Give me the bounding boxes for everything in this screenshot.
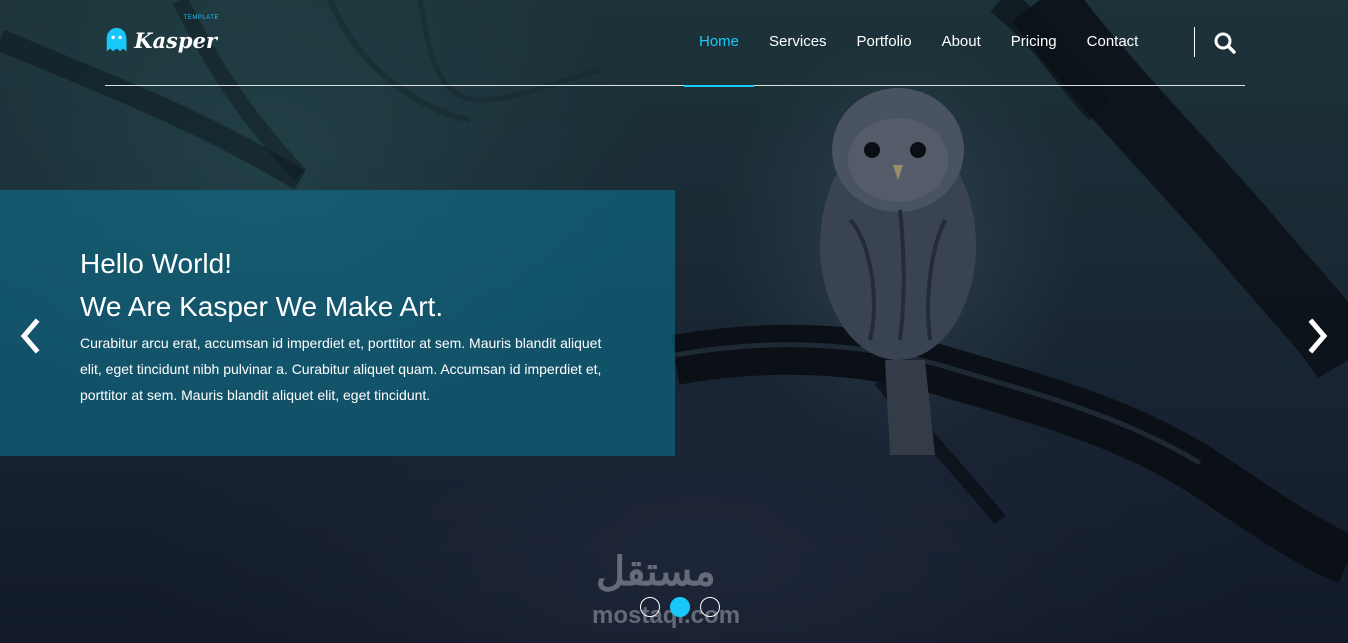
nav-about[interactable]: About bbox=[927, 0, 996, 86]
nav-divider bbox=[1194, 27, 1195, 57]
site-header: Kasper TEMPLATE Home Services Portfolio … bbox=[105, 0, 1245, 87]
slider-bullet-3[interactable] bbox=[700, 597, 720, 617]
ghost-icon bbox=[106, 27, 127, 52]
chevron-right-icon[interactable] bbox=[1306, 318, 1330, 354]
main-nav: Home Services Portfolio About Pricing Co… bbox=[684, 0, 1154, 87]
watermark-logo: مستقل mostaql.com bbox=[588, 548, 758, 634]
nav-services[interactable]: Services bbox=[754, 0, 842, 86]
search-icon[interactable] bbox=[1213, 31, 1237, 55]
slider-bullets bbox=[640, 597, 720, 617]
hero-slider: Kasper TEMPLATE Home Services Portfolio … bbox=[0, 0, 1348, 643]
chevron-left-icon[interactable] bbox=[18, 318, 42, 354]
nav-contact[interactable]: Contact bbox=[1072, 0, 1154, 86]
logo-text: Kasper bbox=[134, 27, 217, 53]
slider-bullet-2[interactable] bbox=[670, 597, 690, 617]
hero-description: Curabitur arcu erat, accumsan id imperdi… bbox=[80, 335, 602, 403]
nav-portfolio[interactable]: Portfolio bbox=[842, 0, 927, 86]
logo[interactable]: Kasper TEMPLATE bbox=[105, 15, 218, 58]
hero-heading-line1: Hello World! bbox=[80, 248, 232, 279]
nav-home[interactable]: Home bbox=[684, 0, 755, 87]
hero-heading-line2: We Are Kasper We Make Art. bbox=[80, 291, 444, 322]
watermark-arabic: مستقل bbox=[596, 550, 716, 594]
slider-bullet-1[interactable] bbox=[640, 597, 660, 617]
logo-subtitle: TEMPLATE bbox=[183, 15, 219, 21]
intro-panel bbox=[0, 190, 675, 456]
nav-pricing[interactable]: Pricing bbox=[996, 0, 1072, 86]
